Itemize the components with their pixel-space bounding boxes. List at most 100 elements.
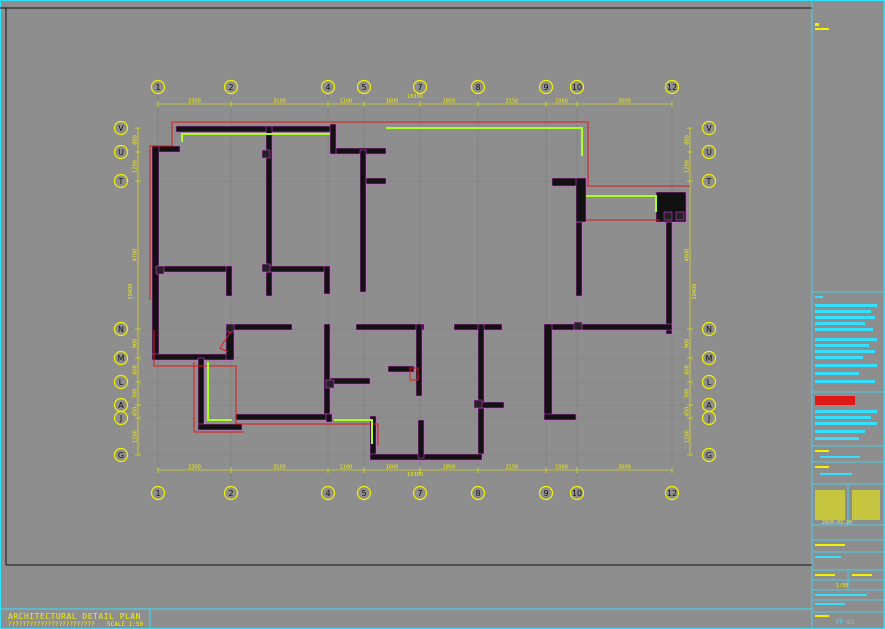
dim-top-1: 3100: [273, 99, 286, 105]
dim-right-3: 900: [685, 339, 691, 349]
dim-top-3: 1600: [386, 99, 399, 105]
svg-text:7: 7: [417, 83, 422, 92]
wall-mid-12: [543, 323, 673, 331]
wall-mid-3: [225, 323, 293, 331]
dim-top-7: 3000: [618, 99, 631, 105]
wall-low-7: [417, 419, 425, 459]
svg-text:12: 12: [667, 489, 677, 498]
svg-text:1: 1: [155, 489, 160, 498]
svg-text:4: 4: [325, 489, 330, 498]
svg-text:T: T: [706, 177, 712, 186]
dim-right-6: 450: [685, 407, 691, 417]
dim-bottom-4: 1850: [443, 465, 456, 471]
wall-low-6: [369, 453, 483, 461]
svg-text:U: U: [118, 148, 124, 157]
svg-text:9: 9: [543, 489, 548, 498]
grid-bubble-top-2: 2: [223, 79, 239, 95]
grid-bubble-right-U: U: [701, 144, 717, 160]
dim-bottom-2: 1100: [340, 465, 353, 471]
dim-left-7: 1200: [133, 430, 139, 443]
grid-bubble-top-10: 10: [569, 79, 585, 95]
grid-bubble-bottom-8: 8: [470, 485, 486, 501]
dim-bottom-0: 2300: [188, 465, 201, 471]
grid-bubble-right-A: A: [701, 397, 717, 413]
wall-low-4: [325, 413, 333, 423]
drawing-sheet: 2300 3100 1100 1600 1850 2150 1060 300016300230…: [0, 0, 885, 629]
dim-bottom-3: 1600: [386, 465, 399, 471]
svg-text:A: A: [118, 401, 124, 410]
svg-text:10: 10: [572, 83, 582, 92]
dim-right-total: 10400: [692, 284, 698, 300]
svg-text:V: V: [706, 124, 712, 133]
dim-left-0: 800: [133, 135, 139, 145]
axis-bubbles: 1122445577889910101212V VU UT TN NM ML LA AJ JG G: [113, 79, 717, 501]
svg-text:N: N: [706, 325, 712, 334]
svg-text:J: J: [119, 414, 122, 423]
svg-text:A: A: [706, 401, 712, 410]
dim-left-4: 600: [133, 365, 139, 375]
grid-bubble-bottom-12: 12: [664, 485, 680, 501]
wall-mid-10: [477, 323, 485, 455]
wall-north-left: [155, 145, 181, 153]
wall-north-mid: [331, 147, 387, 155]
dim-left-total: 10400: [128, 284, 134, 300]
dim-right-5: 700: [685, 389, 691, 399]
grid-bubble-bottom-10: 10: [569, 485, 585, 501]
svg-text:12: 12: [667, 83, 677, 92]
wall-north-upper: [175, 125, 337, 133]
grid-bubble-bottom-2: 2: [223, 485, 239, 501]
grid-bubble-top-12: 12: [664, 79, 680, 95]
grid-bubble-right-V: V: [701, 120, 717, 136]
svg-text:M: M: [118, 354, 125, 363]
wall-int-5: [323, 265, 331, 295]
dim-bottom-total: 16300: [407, 472, 423, 478]
dim-top-2: 1100: [340, 99, 353, 105]
dim-right-0: 800: [685, 135, 691, 145]
dim-right-7: 1200: [685, 430, 691, 443]
svg-text:8: 8: [475, 489, 480, 498]
wall-mid-5: [355, 323, 425, 331]
dim-right-1: 1200: [685, 160, 691, 173]
wall-mid-6: [415, 323, 423, 397]
grid-bubble-top-7: 7: [412, 79, 428, 95]
grid-bubble-right-L: L: [701, 374, 717, 390]
wall-int-4: [265, 265, 331, 273]
wall-notch-2: [365, 177, 387, 185]
wall-east-3: [575, 221, 583, 297]
grid-bubble-right-N: N: [701, 321, 717, 337]
grid-bubble-right-G: G: [701, 447, 717, 463]
grid-bubble-top-1: 1: [150, 79, 166, 95]
grid-bubble-right-J: J: [701, 410, 717, 426]
grid-bubble-top-4: 4: [320, 79, 336, 95]
svg-text:2: 2: [228, 489, 233, 498]
svg-text:5: 5: [361, 489, 366, 498]
svg-text:L: L: [707, 378, 712, 387]
grid-bubble-bottom-4: 4: [320, 485, 336, 501]
wall-mid-7: [329, 377, 371, 385]
wall-notch-1: [359, 149, 367, 293]
svg-text:2: 2: [228, 83, 233, 92]
drawing-number: FP-03: [836, 619, 855, 626]
wall-stub-top: [329, 123, 337, 155]
dim-left-1: 1200: [133, 160, 139, 173]
wall-mid-13: [543, 323, 553, 421]
dim-top-4: 1850: [443, 99, 456, 105]
svg-text:T: T: [118, 177, 124, 186]
svg-text:L: L: [119, 378, 124, 387]
svg-text:N: N: [118, 325, 124, 334]
dim-top-5: 2150: [506, 99, 519, 105]
grid-bubble-bottom-9: 9: [538, 485, 554, 501]
wall-low-2: [197, 423, 243, 431]
grid-bubble-bottom-7: 7: [412, 485, 428, 501]
grid-bubble-left-N: N: [113, 321, 129, 337]
grid-bubble-left-A: A: [113, 397, 129, 413]
grid-bubble-left-T: T: [113, 173, 129, 189]
grid-bubble-bottom-5: 5: [356, 485, 372, 501]
grid-bubble-top-8: 8: [470, 79, 486, 95]
grid-bubble-right-T: T: [701, 173, 717, 189]
svg-text:9: 9: [543, 83, 548, 92]
dim-top-total: 16300: [407, 94, 423, 100]
svg-text:7: 7: [417, 489, 422, 498]
wall-mid-14: [543, 413, 577, 421]
svg-text:U: U: [706, 148, 712, 157]
